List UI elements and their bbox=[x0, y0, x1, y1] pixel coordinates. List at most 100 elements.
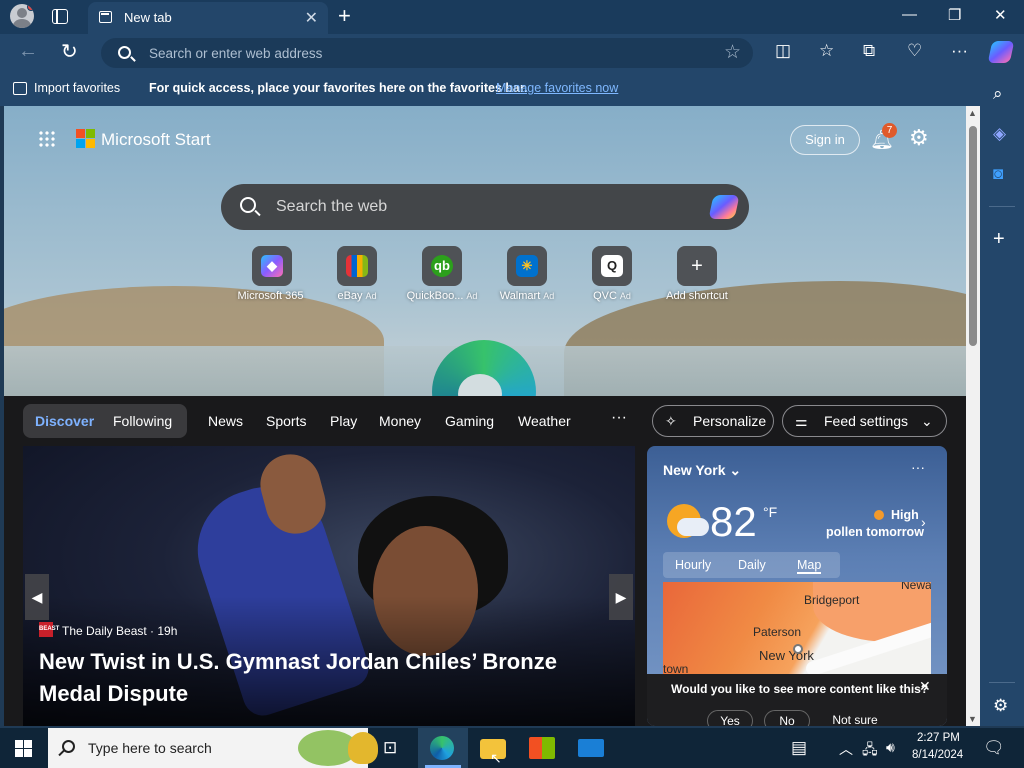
windows-start-icon[interactable] bbox=[15, 740, 32, 757]
shortcut-label: Walmart bbox=[499, 290, 541, 302]
shortcut-quickbooks[interactable]: qb QuickBoo... Ad bbox=[402, 246, 482, 302]
story-headline[interactable]: New Twist in U.S. Gymnast Jordan Chiles’… bbox=[39, 646, 619, 710]
refresh-button[interactable]: ↻ bbox=[61, 39, 78, 64]
add-favorite-star-icon[interactable]: ☆ bbox=[724, 41, 741, 64]
sign-in-button[interactable]: Sign in bbox=[790, 125, 860, 155]
address-placeholder: Search or enter web address bbox=[149, 46, 323, 61]
story-source[interactable]: The Daily Beast · 19h bbox=[62, 624, 177, 638]
profile-avatar[interactable] bbox=[10, 4, 34, 28]
weather-tab-hourly[interactable]: Hourly bbox=[675, 558, 711, 572]
web-search-placeholder: Search the web bbox=[276, 198, 388, 215]
sidebar-settings-icon[interactable]: ⚙ bbox=[993, 696, 1008, 716]
sidebar-outlook-icon[interactable]: ◙ bbox=[993, 164, 1003, 184]
weather-card[interactable]: New York ⌄ ··· 82 °F High pollen tomorro… bbox=[647, 446, 947, 726]
nav-news[interactable]: News bbox=[208, 413, 243, 429]
tab-following[interactable]: Following bbox=[113, 413, 172, 429]
temperature: 82 bbox=[710, 498, 757, 545]
survey-not-sure-button[interactable]: Not sure bbox=[822, 710, 888, 726]
search-icon bbox=[118, 46, 131, 59]
minimize-button[interactable]: — bbox=[902, 6, 917, 23]
shortcut-tile bbox=[337, 246, 377, 286]
nav-play[interactable]: Play bbox=[330, 413, 357, 429]
shortcut-microsoft-365[interactable]: ◆ Microsoft 365 bbox=[232, 246, 312, 302]
nav-sports[interactable]: Sports bbox=[266, 413, 306, 429]
tab-discover[interactable]: Discover bbox=[35, 413, 94, 429]
split-screen-icon[interactable]: ◫ bbox=[775, 41, 791, 61]
page-scrollbar[interactable]: ▲ ▼ bbox=[966, 106, 980, 726]
volume-icon[interactable]: 🔊︎ bbox=[886, 739, 895, 756]
microsoft-store-icon[interactable] bbox=[529, 737, 555, 759]
personalize-button[interactable]: ✧ Personalize bbox=[652, 405, 774, 437]
sidebar-copilot-icon[interactable]: ◈ bbox=[993, 124, 1006, 144]
nav-more-button[interactable]: ··· bbox=[611, 409, 627, 427]
weather-city[interactable]: New York ⌄ bbox=[663, 462, 741, 479]
shortcut-add[interactable]: + Add shortcut bbox=[657, 246, 737, 302]
close-window-button[interactable]: ✕ bbox=[994, 6, 1007, 24]
tab-actions-icon[interactable] bbox=[52, 9, 68, 24]
new-tab-button[interactable]: + bbox=[338, 3, 351, 29]
shortcut-tile: ◆ bbox=[252, 246, 292, 286]
survey-no-button[interactable]: No bbox=[764, 710, 810, 726]
tab-title: New tab bbox=[124, 10, 172, 25]
page-settings-gear-icon[interactable]: ⚙ bbox=[909, 125, 929, 151]
news-widget-icon[interactable]: ▤ bbox=[791, 738, 807, 758]
mail-icon[interactable] bbox=[578, 739, 604, 757]
walmart-spark-icon: ✳ bbox=[516, 255, 538, 277]
feed-settings-button[interactable]: ⚌ Feed settings ⌄ bbox=[782, 405, 947, 437]
tab-close-icon[interactable]: ✕ bbox=[305, 8, 318, 28]
edge-taskbar-icon[interactable] bbox=[430, 736, 454, 760]
weather-tab-map[interactable]: Map bbox=[797, 558, 822, 574]
clock-time[interactable]: 2:27 PM bbox=[917, 732, 960, 744]
weather-more-button[interactable]: ··· bbox=[911, 459, 925, 475]
feedback-survey: Would you like to see more content like … bbox=[647, 674, 947, 726]
start-page: Microsoft Start Sign in 🔔︎ 7 ⚙ Search th… bbox=[4, 106, 966, 726]
cloud-icon bbox=[677, 518, 709, 536]
copilot-icon[interactable] bbox=[708, 195, 740, 219]
network-icon[interactable]: 🖧︎ bbox=[862, 739, 878, 763]
scroll-up-arrow-icon[interactable]: ▲ bbox=[968, 108, 977, 118]
shortcut-ebay[interactable]: eBay Ad bbox=[317, 246, 397, 302]
taskbar-search-box[interactable]: Type here to search bbox=[48, 728, 378, 768]
close-icon[interactable]: ✕ bbox=[919, 678, 931, 695]
nav-weather[interactable]: Weather bbox=[518, 413, 571, 429]
survey-yes-button[interactable]: Yes bbox=[707, 710, 753, 726]
pollen-forecast[interactable]: pollen tomorrow bbox=[826, 525, 924, 539]
weather-map[interactable]: Bridgeport Paterson New York Newa town bbox=[663, 582, 931, 678]
manage-favorites-link[interactable]: Manage favorites now bbox=[496, 81, 618, 95]
back-button[interactable]: ← bbox=[18, 40, 38, 63]
weather-tab-daily[interactable]: Daily bbox=[738, 558, 766, 572]
clock-date[interactable]: 8/14/2024 bbox=[912, 749, 963, 761]
sidebar-search-icon[interactable]: ⌕ bbox=[993, 84, 1003, 104]
settings-more-icon[interactable]: ··· bbox=[951, 41, 968, 61]
shortcut-tile: ✳ bbox=[507, 246, 547, 286]
microsoft-365-icon: ◆ bbox=[261, 255, 283, 277]
tab-new-tab[interactable]: New tab ✕ bbox=[88, 2, 328, 34]
browser-essentials-icon[interactable]: ♡ bbox=[907, 41, 922, 61]
shortcut-walmart[interactable]: ✳ Walmart Ad bbox=[487, 246, 567, 302]
sidebar-add-icon[interactable]: + bbox=[993, 228, 1005, 251]
sidebar-divider-bottom bbox=[989, 682, 1015, 683]
import-favorites-button[interactable]: Import favorites bbox=[34, 81, 120, 95]
notification-center-icon[interactable]: 🗨︎ bbox=[983, 738, 1005, 758]
ebay-bag-icon bbox=[346, 255, 368, 277]
nav-gaming[interactable]: Gaming bbox=[445, 413, 494, 429]
favorites-icon[interactable]: ☆ bbox=[819, 41, 834, 61]
app-launcher-icon[interactable] bbox=[38, 130, 56, 148]
scroll-down-arrow-icon[interactable]: ▼ bbox=[968, 714, 977, 724]
nav-money[interactable]: Money bbox=[379, 413, 421, 429]
hero-story-card[interactable]: ◀ ▶ BEAST The Daily Beast · 19h New Twis… bbox=[23, 446, 635, 726]
collections-icon[interactable]: ⧉ bbox=[863, 41, 875, 61]
chevron-right-icon[interactable]: › bbox=[921, 514, 926, 530]
shortcut-qvc[interactable]: Q QVC Ad bbox=[572, 246, 652, 302]
temperature-unit: °F bbox=[763, 504, 778, 520]
task-view-icon[interactable]: ⊡ bbox=[383, 738, 409, 762]
pollen-level[interactable]: High bbox=[891, 508, 919, 522]
web-search-box[interactable]: Search the web bbox=[221, 184, 749, 230]
address-bar[interactable]: Search or enter web address ☆ bbox=[101, 38, 753, 68]
restore-button[interactable]: ❐ bbox=[948, 6, 961, 24]
carousel-next-button[interactable]: ▶ bbox=[609, 574, 633, 620]
show-hidden-icons-chevron-icon[interactable]: ︿ bbox=[839, 739, 853, 759]
mouse-cursor-icon: ↖ bbox=[490, 750, 502, 766]
scrollbar-thumb[interactable] bbox=[969, 126, 977, 346]
carousel-prev-button[interactable]: ◀ bbox=[25, 574, 49, 620]
